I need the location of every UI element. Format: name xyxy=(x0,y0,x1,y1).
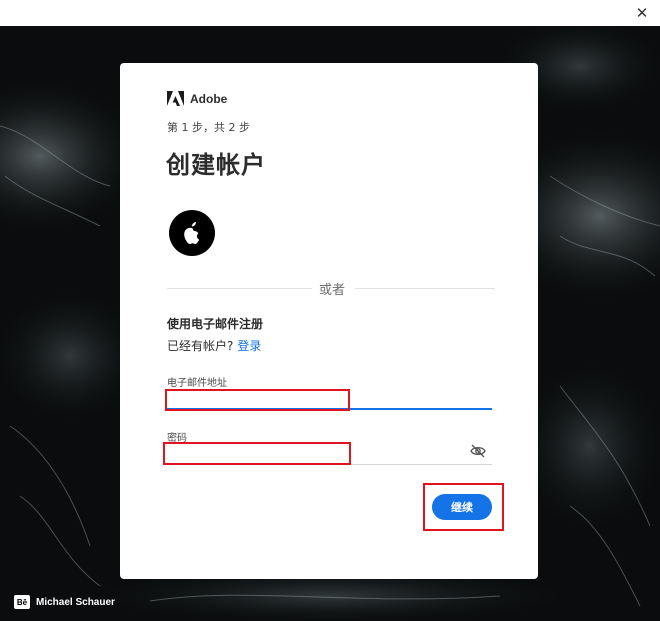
divider-right xyxy=(355,288,495,289)
divider-left xyxy=(167,288,312,289)
close-icon: ✕ xyxy=(635,4,649,22)
photo-credit[interactable]: Bē Michael Schauer xyxy=(14,595,115,609)
behance-icon: Bē xyxy=(14,595,30,609)
continue-button[interactable]: 继续 xyxy=(432,494,492,520)
email-underline xyxy=(167,408,492,410)
divider-label: 或者 xyxy=(315,279,350,298)
brand-name: Adobe xyxy=(190,91,228,106)
window-titlebar: ✕ xyxy=(0,0,660,27)
email-input[interactable] xyxy=(167,384,492,408)
eye-slash-icon[interactable] xyxy=(470,444,486,458)
apple-signin-button[interactable] xyxy=(169,210,215,256)
password-underline xyxy=(167,464,492,465)
adobe-logo-icon xyxy=(167,91,184,106)
credit-name: Michael Schauer xyxy=(36,596,115,608)
close-button[interactable]: ✕ xyxy=(630,2,654,24)
page-title: 创建帐户 xyxy=(166,151,266,179)
have-account-text: 已经有帐户? xyxy=(167,339,234,353)
password-input[interactable] xyxy=(167,440,467,464)
signup-card: Adobe 第 1 步，共 2 步 创建帐户 或者 使用电子邮件注册 已经有帐户… xyxy=(120,63,538,579)
signin-link[interactable]: 登录 xyxy=(237,337,261,354)
brand-row: Adobe xyxy=(167,91,227,106)
step-indicator: 第 1 步，共 2 步 xyxy=(167,121,250,134)
email-signup-heading: 使用电子邮件注册 xyxy=(167,317,264,331)
apple-icon xyxy=(184,222,200,244)
have-account-row: 已经有帐户? 登录 xyxy=(167,337,261,354)
